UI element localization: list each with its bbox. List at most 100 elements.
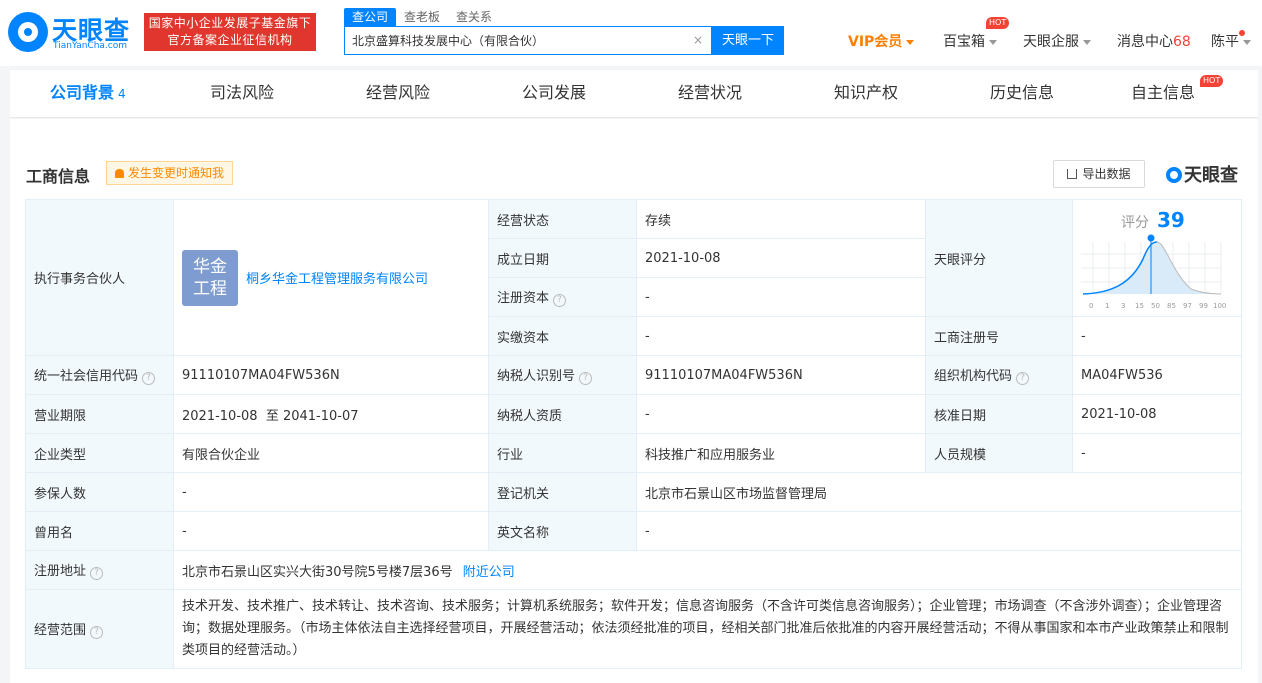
paid-capital-value: -	[636, 316, 926, 356]
reg-address-cell: 北京市石景山区实兴大街30号院5号楼7层36号 附近公司	[173, 550, 1242, 590]
hot-badge: HOT	[986, 17, 1010, 29]
hot-badge: HOT	[1200, 75, 1224, 87]
score-tick: 3	[1121, 302, 1125, 310]
tab-company-background[interactable]: 公司背景 4	[50, 70, 126, 117]
reg-capital-label: 注册资本?	[488, 277, 637, 317]
tab-intellectual-property[interactable]: 知识产权	[834, 70, 898, 117]
partner-label: 执行事务合伙人	[25, 199, 174, 356]
insured-count-value: -	[173, 472, 489, 512]
nearby-companies-link[interactable]: 附近公司	[463, 565, 515, 580]
reg-capital-label-text: 注册资本	[497, 291, 550, 306]
found-date-label: 成立日期	[488, 238, 637, 278]
message-count: 68	[1173, 34, 1191, 50]
english-name-label: 英文名称	[488, 511, 637, 551]
help-icon[interactable]: ?	[90, 567, 104, 580]
tab-judicial-risk[interactable]: 司法风险	[210, 70, 274, 117]
search-type-tabs: 查公司 查老板 查关系	[344, 8, 500, 26]
help-icon[interactable]: ?	[90, 626, 104, 639]
user-menu[interactable]: 陈平	[1211, 31, 1251, 51]
org-code-label: 组织机构代码?	[925, 355, 1073, 395]
company-type-label: 企业类型	[25, 433, 174, 473]
reg-number-label: 工商注册号	[925, 316, 1073, 356]
business-term-label: 营业期限	[25, 394, 174, 434]
search-tab-relation[interactable]: 查关系	[448, 8, 500, 26]
bell-icon	[115, 169, 124, 178]
search-button[interactable]: 天眼一下	[712, 26, 784, 55]
business-term-value: 2021-10-08 至 2041-10-07	[173, 394, 489, 434]
taxpayer-id-label-text: 纳税人识别号	[497, 369, 576, 384]
vip-menu[interactable]: VIP会员	[848, 31, 915, 51]
english-name-value: -	[636, 511, 1242, 551]
status-value: 存续	[636, 199, 926, 239]
business-scope-label-text: 经营范围	[34, 623, 87, 638]
message-center-label: 消息中心	[1117, 34, 1173, 50]
chevron-down-icon	[1083, 39, 1091, 45]
staff-size-label: 人员规模	[925, 433, 1073, 473]
chevron-down-icon	[989, 39, 997, 45]
score-header: 评分 39	[1121, 208, 1185, 232]
taxpayer-id-label: 纳税人识别号?	[488, 355, 637, 395]
notification-dot-icon	[1239, 30, 1245, 36]
tab-operation-risk[interactable]: 经营风险	[366, 70, 430, 117]
partner-cell: 华金 工程 桐乡华金工程管理服务有限公司	[173, 199, 489, 356]
baibao-label: 百宝箱	[943, 34, 985, 50]
partner-name-link[interactable]: 桐乡华金工程管理服务有限公司	[246, 268, 428, 287]
score-value: 39	[1157, 208, 1185, 232]
taxpayer-qualification-value: -	[636, 394, 926, 434]
taxpayer-qualification-label: 纳税人资质	[488, 394, 637, 434]
score-cell: 评分 39 0 1 3 15 50 85 97 99 100	[1072, 199, 1242, 317]
brand-text: 天眼查	[1184, 165, 1238, 186]
tianyancha-watermark: 天眼查	[1166, 161, 1238, 187]
notify-label: 发生变更时通知我	[128, 166, 225, 180]
top-header: 天眼查 TianYanCha.com 国家中小企业发展子基金旗下 官方备案企业征…	[0, 0, 1262, 66]
insured-count-label: 参保人数	[25, 472, 174, 512]
help-icon[interactable]: ?	[579, 372, 593, 385]
tianyancha-logo[interactable]: 天眼查 TianYanCha.com	[8, 11, 138, 53]
banner-line-2: 官方备案企业征信机构	[167, 33, 293, 47]
help-icon[interactable]: ?	[1016, 372, 1030, 385]
baibao-menu[interactable]: 百宝箱	[943, 31, 997, 51]
credit-code-value: 91110107MA04FW536N	[173, 355, 489, 395]
score-marker-pin-icon	[1147, 234, 1155, 242]
clear-search-icon[interactable]: ×	[693, 33, 703, 47]
approval-date-value: 2021-10-08	[1072, 394, 1242, 434]
paid-capital-label: 实缴资本	[488, 316, 637, 356]
help-icon[interactable]: ?	[142, 372, 156, 385]
business-info-panel: 工商信息 发生变更时通知我 导出数据 天眼查 执行事务合伙人 华金 工程 桐乡华…	[10, 119, 1258, 683]
help-icon[interactable]: ?	[553, 294, 567, 307]
banner-line-1: 国家中小企业发展子基金旗下	[148, 16, 312, 30]
eye-logo-icon	[8, 12, 48, 52]
notify-change-button[interactable]: 发生变更时通知我	[106, 161, 234, 185]
score-title: 评分	[1121, 215, 1149, 231]
reg-number-value: -	[1072, 316, 1242, 356]
former-name-value: -	[173, 511, 489, 551]
message-center[interactable]: 消息中心68	[1117, 31, 1191, 51]
tab-label: 公司背景	[50, 83, 115, 102]
reg-address-label-text: 注册地址	[34, 564, 87, 579]
tab-self-info[interactable]: 自主信息	[1131, 70, 1195, 117]
score-distribution-chart: 0 1 3 15 50 85 97 99 100	[1081, 234, 1226, 310]
business-scope-value: 技术开发、技术推广、技术转让、技术咨询、技术服务；计算机系统服务；软件开发；信息…	[173, 589, 1242, 669]
staff-size-value: -	[1072, 433, 1242, 473]
logo-domain: TianYanCha.com	[53, 41, 128, 51]
score-tick: 15	[1135, 302, 1144, 310]
tab-company-development[interactable]: 公司发展	[522, 70, 586, 117]
score-tick: 100	[1213, 302, 1226, 310]
qifu-menu[interactable]: 天眼企服	[1023, 31, 1091, 51]
search-input[interactable]	[345, 27, 685, 54]
chevron-down-icon	[906, 39, 915, 45]
search-tab-company[interactable]: 查公司	[344, 8, 397, 26]
qifu-label: 天眼企服	[1023, 34, 1079, 50]
export-data-button[interactable]: 导出数据	[1053, 160, 1145, 188]
taxpayer-id-value: 91110107MA04FW536N	[636, 355, 926, 395]
industry-value: 科技推广和应用服务业	[636, 433, 926, 473]
org-code-value: MA04FW536	[1072, 355, 1242, 395]
section-title: 工商信息	[26, 167, 91, 186]
company-type-value: 有限合伙企业	[173, 433, 489, 473]
reg-address-label: 注册地址?	[25, 550, 174, 590]
tab-history[interactable]: 历史信息	[990, 70, 1054, 117]
approval-date-label: 核准日期	[925, 394, 1073, 434]
score-ticks: 0 1 3 15 50 85 97 99 100	[1089, 302, 1226, 310]
tab-business-status[interactable]: 经营状况	[678, 70, 742, 117]
search-tab-boss[interactable]: 查老板	[396, 8, 448, 26]
